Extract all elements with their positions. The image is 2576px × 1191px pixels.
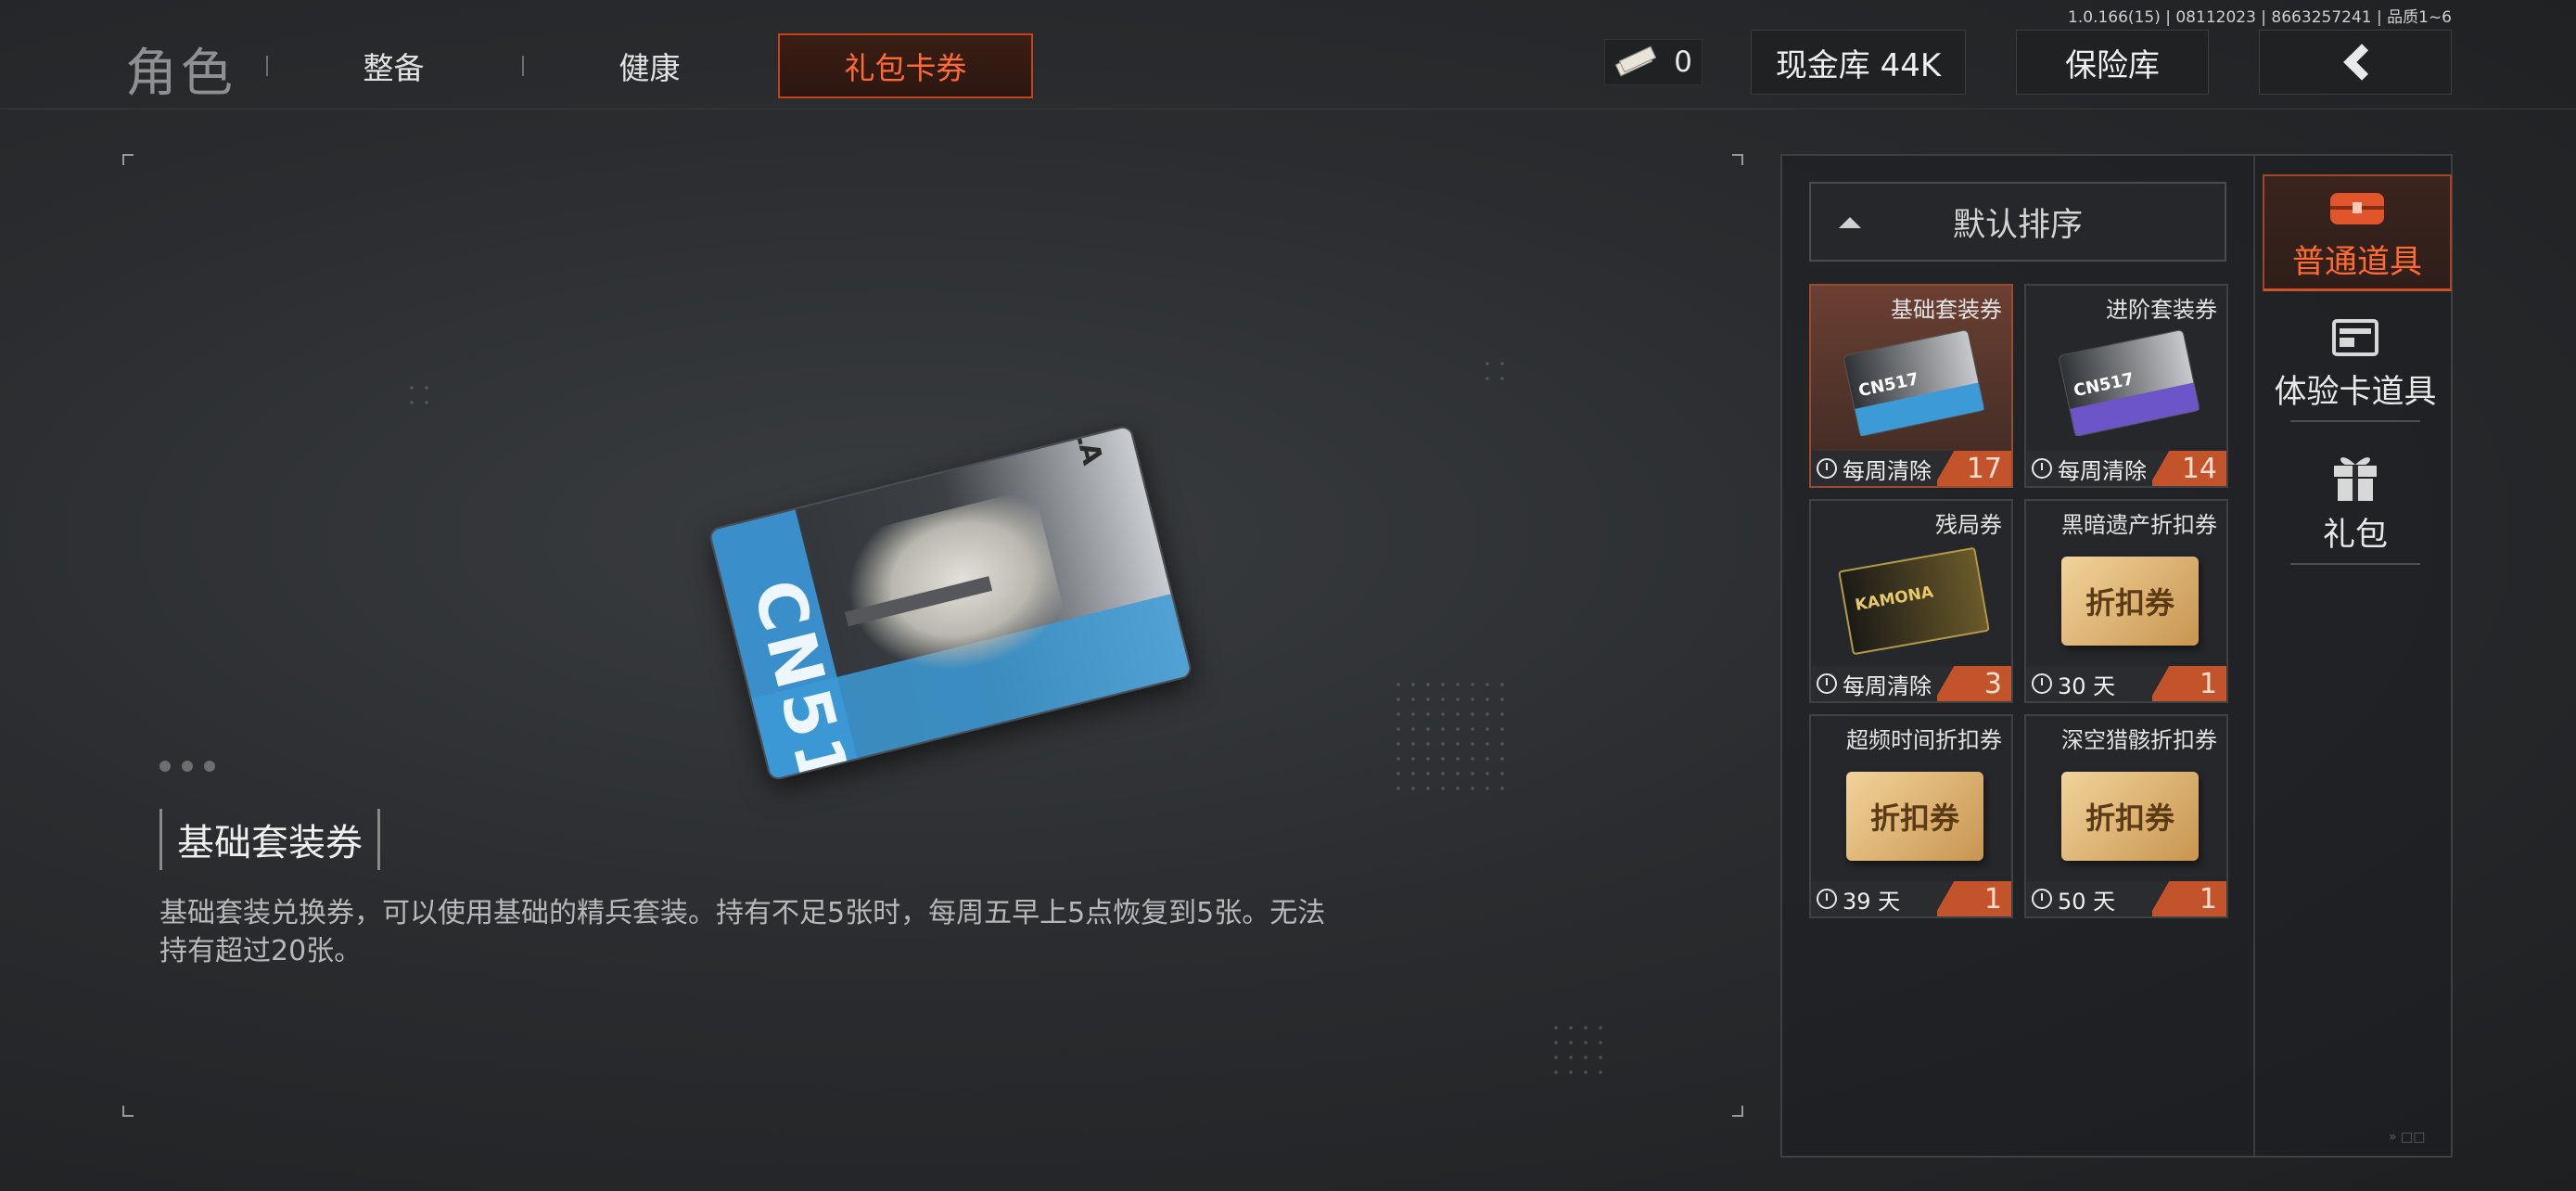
item-tile[interactable]: 黑暗遗产折扣券 折扣券 30 天 1 (2024, 499, 2228, 703)
item-tile-name: 进阶套装券 (2106, 297, 2217, 323)
category-underline (2290, 563, 2420, 565)
item-tile-expiry: 每周清除 (1843, 672, 1932, 699)
ticket-brand-text: KAMONA (1854, 583, 1935, 615)
item-tile[interactable]: 基础套装券 CN517 每周清除 17 (1809, 284, 2013, 488)
top-bar: 1.0.166(15) | 08112023 | 8663257241 | 品质… (0, 0, 2576, 109)
frame-corner (122, 154, 134, 165)
clock-icon (1817, 673, 1837, 694)
tab-health[interactable]: 健康 (522, 33, 777, 98)
clock-icon (1817, 458, 1837, 479)
safe-box-button[interactable]: 保险库 (2016, 30, 2209, 95)
item-preview-image[interactable]: CN517 QRAH ZILA (708, 424, 1193, 782)
panel-divider (2253, 156, 2255, 1156)
detail-dots (159, 761, 215, 772)
cash-vault-button[interactable]: 现金库 44K (1751, 30, 1966, 95)
decor-dots (404, 380, 436, 412)
sort-dropdown[interactable]: 默认排序 (1809, 182, 2226, 262)
card-icon: CN517 (1843, 328, 1985, 438)
item-tile-count: 3 (1937, 666, 2011, 701)
item-tile-name: 残局券 (1935, 512, 2002, 538)
item-tile-name: 基础套装券 (1891, 297, 2002, 323)
decor-dots (1480, 356, 1511, 388)
category-label: 礼包 (2322, 517, 2388, 554)
chest-icon (2330, 193, 2384, 224)
sort-label: 默认排序 (1952, 206, 2083, 244)
item-tile-count: 17 (1937, 451, 2011, 486)
item-tile-expiry: 每周清除 (2058, 457, 2147, 484)
item-description: 基础套装兑换券，可以使用基础的精兵套装。持有不足5张时，每周五早上5点恢复到5张… (159, 897, 1326, 967)
panel-corner-decoration: » □□ (2389, 1130, 2426, 1145)
tab-label: 整备 (363, 50, 425, 86)
item-tile-count: 1 (2152, 666, 2226, 701)
decor-dots (1391, 677, 1511, 798)
item-tile[interactable]: 残局券 KAMONA 每周清除 3 (1809, 499, 2013, 703)
card-side-text: QRAH ZILA (1037, 424, 1109, 467)
cash-icon (1614, 45, 1657, 77)
card-icon (2332, 319, 2378, 356)
clock-icon (2032, 458, 2052, 479)
clock-icon (1817, 889, 1837, 909)
clock-icon (2032, 673, 2052, 694)
item-tile-name: 超频时间折扣券 (1846, 727, 2002, 753)
tab-label: 礼包卡券 (844, 50, 967, 86)
cash-vault-label: 现金库 44K (1775, 46, 1942, 84)
category-underline (2290, 420, 2420, 422)
item-tile[interactable]: 深空猎骸折扣券 折扣券 50 天 1 (2024, 714, 2228, 918)
page-title: 角色 (125, 44, 236, 104)
gift-icon (2334, 457, 2377, 501)
tab-gift-coupons[interactable]: 礼包卡券 (778, 33, 1033, 98)
discount-coupon-icon: 折扣券 (2061, 557, 2199, 646)
discount-coupon-icon: 折扣券 (1846, 772, 1983, 861)
category-gift-packs[interactable]: 礼包 (2263, 447, 2448, 565)
tab-equip[interactable]: 整备 (266, 33, 521, 98)
category-label: 体验卡道具 (2274, 374, 2437, 411)
ticket-icon: KAMONA (1838, 546, 1990, 656)
item-tile-count: 1 (2152, 881, 2226, 916)
decor-dots (1549, 1020, 1604, 1076)
currency-counter[interactable]: 0 (1604, 39, 1702, 85)
back-arrow-icon (2343, 44, 2380, 81)
frame-corner (1732, 1106, 1743, 1117)
currency-count: 0 (1674, 45, 1692, 79)
category-normal-items[interactable]: 普通道具 (2263, 174, 2452, 291)
item-tile-expiry: 50 天 (2058, 888, 2116, 915)
item-tile-name: 深空猎骸折扣券 (2061, 727, 2217, 753)
tab-label: 健康 (618, 50, 681, 86)
clock-icon (2032, 889, 2052, 909)
frame-corner (122, 1106, 134, 1117)
back-button[interactable] (2259, 30, 2452, 95)
item-tile-count: 1 (1937, 881, 2011, 916)
caret-up-icon (1839, 217, 1861, 228)
item-tile[interactable]: 进阶套装券 CN517 每周清除 14 (2024, 284, 2228, 488)
item-name: 基础套装券 (159, 809, 380, 870)
card-icon: CN517 (2058, 328, 2200, 438)
frame-corner (1732, 154, 1743, 165)
item-tile[interactable]: 超频时间折扣券 折扣券 39 天 1 (1809, 714, 2013, 918)
version-info: 1.0.166(15) | 08112023 | 8663257241 | 品质… (2068, 8, 2452, 27)
category-trial-cards[interactable]: 体验卡道具 (2263, 315, 2448, 422)
item-tile-name: 黑暗遗产折扣券 (2061, 512, 2217, 538)
discount-coupon-icon: 折扣券 (2061, 772, 2199, 861)
item-tile-expiry: 每周清除 (1843, 457, 1932, 484)
safe-box-label: 保险库 (2065, 46, 2160, 84)
category-label: 普通道具 (2291, 244, 2422, 281)
item-tile-expiry: 30 天 (2058, 672, 2116, 699)
item-tile-count: 14 (2152, 451, 2226, 486)
item-tile-expiry: 39 天 (1843, 888, 1901, 915)
